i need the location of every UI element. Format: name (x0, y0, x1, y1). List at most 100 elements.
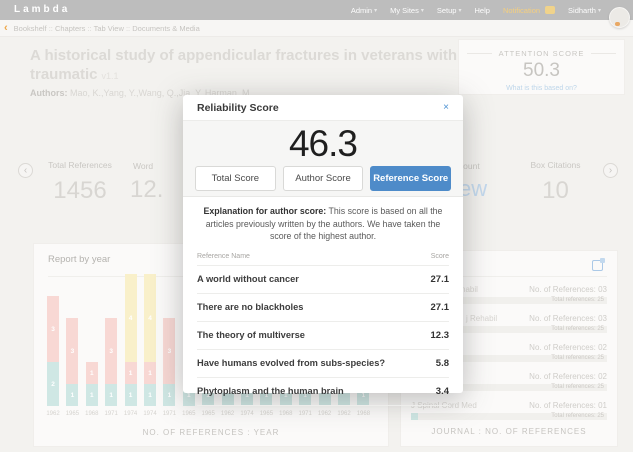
report-chart-x-axis: 1962 1965 1968 1971 1974 1974 1971 1965 1965 1962… (34, 411, 388, 419)
nav-item-my-sites[interactable]: My Sites ▾ (390, 6, 424, 15)
reference-name: The theory of multiverse (197, 330, 305, 340)
stat-label: Total References (48, 160, 112, 170)
journal-ref-count: No. of References: 03 (529, 314, 607, 323)
bar-segment-yellow: 4 (144, 274, 156, 362)
x-axis-label: 1968 (279, 411, 293, 417)
stat-word-count-label: Word (133, 161, 154, 171)
bar-segment-pink: 3 (47, 296, 59, 362)
nav-item-notification[interactable]: Notification (502, 5, 556, 15)
x-axis-label: 1974 (240, 411, 254, 417)
nav-item-label: Notification (502, 5, 541, 15)
reference-score: 27.1 (430, 301, 450, 313)
nav-item-sidharth[interactable]: Sidharth ▾ (568, 6, 601, 15)
attention-score-value: 50.3 (523, 60, 560, 81)
bar-segment-teal: 1 (144, 384, 156, 406)
table-row: A world without cancer 27.1 (197, 264, 450, 293)
reference-score: 27.1 (430, 273, 450, 285)
bar-1962: 23 (47, 296, 59, 406)
breadcrumb-item-documents-media[interactable]: Documents & Media (132, 24, 200, 33)
reliability-score-modal: Reliability Score × 46.3 Total Score Auth… (183, 95, 463, 406)
bar-value-label: 2 (51, 380, 55, 388)
tab-reference-score[interactable]: Reference Score (370, 166, 452, 191)
carousel-next-icon[interactable]: › (603, 163, 618, 178)
top-navbar: Lambda Admin ▾ My Sites ▾ Setup ▾ Help Notifica… (0, 0, 633, 20)
bar-value-label: 3 (51, 325, 55, 333)
breadcrumb-separator: :: (46, 23, 55, 33)
bar-value-label: 1 (109, 391, 113, 399)
nav-item-setup[interactable]: Setup ▾ (437, 6, 462, 15)
tab-total-score[interactable]: Total Score (195, 166, 276, 191)
breadcrumb-separator: :: (85, 23, 94, 33)
reference-name: A world without cancer (197, 274, 299, 284)
table-row: Phytoplasm and the human brain 3.4 (197, 376, 449, 405)
journal-ref-count: No. of References: 02 (529, 343, 607, 352)
journal-progress-label: Total references: 25 (551, 384, 604, 390)
score-table-body: A world without cancer 27.1 There are no b… (197, 264, 450, 406)
stat-box-citations: Box Citations 10 (508, 160, 603, 205)
close-icon[interactable]: × (443, 102, 449, 113)
table-row: Have humans evolved from subs-species? 5.… (197, 348, 449, 377)
bar-value-label: 3 (70, 347, 75, 355)
bar-1968: 11 (85, 362, 98, 406)
table-row: The theory of multiverse 12.3 (197, 320, 450, 349)
reference-name: Have humans evolved from subs-species? (197, 358, 386, 368)
nav-menu: Admin ▾ My Sites ▾ Setup ▾ Help Notification Sid… (351, 0, 601, 20)
document-title-line1: A historical study of appendicular fract… (30, 47, 458, 64)
app-window: Lambda Admin ▾ My Sites ▾ Setup ▾ Help Notifica… (0, 0, 633, 452)
brand-logo[interactable]: Lambda (14, 4, 70, 15)
x-axis-label: 1974 (123, 411, 138, 417)
stat-count-value: ew (459, 176, 488, 201)
nav-item-help[interactable]: Help (475, 6, 490, 15)
bar-value-label: 1 (128, 391, 133, 399)
modal-title: Reliability Score (197, 101, 279, 114)
bar-value-label: 3 (109, 347, 113, 355)
attention-info-link[interactable]: What is this based on? (459, 85, 624, 92)
score-explanation: Explanation for author score: This score… (197, 205, 449, 243)
bar-value-label: 4 (128, 314, 133, 322)
stat-value: 10 (542, 177, 569, 204)
notification-badge (545, 6, 556, 14)
user-avatar[interactable] (609, 7, 630, 28)
divider (591, 53, 617, 54)
bar-segment-teal: 1 (124, 384, 137, 406)
bar-value-label: 1 (167, 391, 172, 399)
breadcrumb-item-tab-view[interactable]: Tab View (94, 24, 124, 33)
chevron-down-icon: ▾ (597, 7, 601, 14)
divider (467, 53, 492, 54)
bar-segment-teal: 1 (85, 384, 98, 406)
modal-body: Explanation for author score: This score… (183, 197, 463, 406)
stat-label: Box Citations (530, 160, 581, 170)
journal-panel-caption: JOURNAL : NO. OF REFERENCES (431, 427, 587, 436)
x-axis-label: 1968 (356, 411, 371, 417)
bar-segment-pink: 1 (144, 362, 156, 384)
bar-value-label: 1 (89, 369, 94, 377)
journal-ref-count: No. of References: 03 (529, 285, 607, 294)
panel-toggle-icon[interactable] (592, 258, 605, 271)
chevron-down-icon: ▾ (458, 7, 462, 14)
nav-item-label: My Sites (390, 5, 419, 15)
document-version: v1.1 (101, 71, 119, 81)
bar-value-label: 3 (167, 347, 172, 355)
bar-1965: 13 (66, 318, 79, 406)
column-score: Score (430, 252, 449, 260)
nav-item-admin[interactable]: Admin ▾ (351, 6, 377, 15)
breadcrumb-item-chapters[interactable]: Chapters (55, 24, 85, 33)
score-table-header: Reference Name Score (197, 253, 449, 265)
bar-value-label: 1 (89, 391, 94, 399)
reference-score: 12.3 (430, 329, 450, 341)
modal-header: Reliability Score × (183, 95, 463, 121)
breadcrumb-item-bookshelf[interactable]: Bookshelf (14, 24, 47, 33)
attention-score-label: ATTENTION SCORE (498, 49, 585, 58)
x-axis-label: 1962 (220, 411, 235, 417)
table-row: There are no blackholes 27.1 (197, 292, 450, 321)
score-tabs: Total Score Author Score Reference Score (183, 166, 463, 191)
bar-segment-teal: 1 (105, 384, 118, 406)
tab-author-score[interactable]: Author Score (282, 166, 364, 191)
journal-ref-count: No. of References: 02 (529, 372, 607, 381)
x-axis-label: 1971 (162, 411, 177, 417)
breadcrumb-items: Bookshelf :: Chapters :: Tab View :: Doc… (14, 24, 200, 33)
bar-value-label: 4 (148, 314, 152, 322)
x-axis-label: 1965 (259, 411, 274, 417)
back-chevron-icon[interactable]: ‹ (4, 21, 8, 36)
stat-total-references: Total References 1456 (30, 160, 130, 205)
